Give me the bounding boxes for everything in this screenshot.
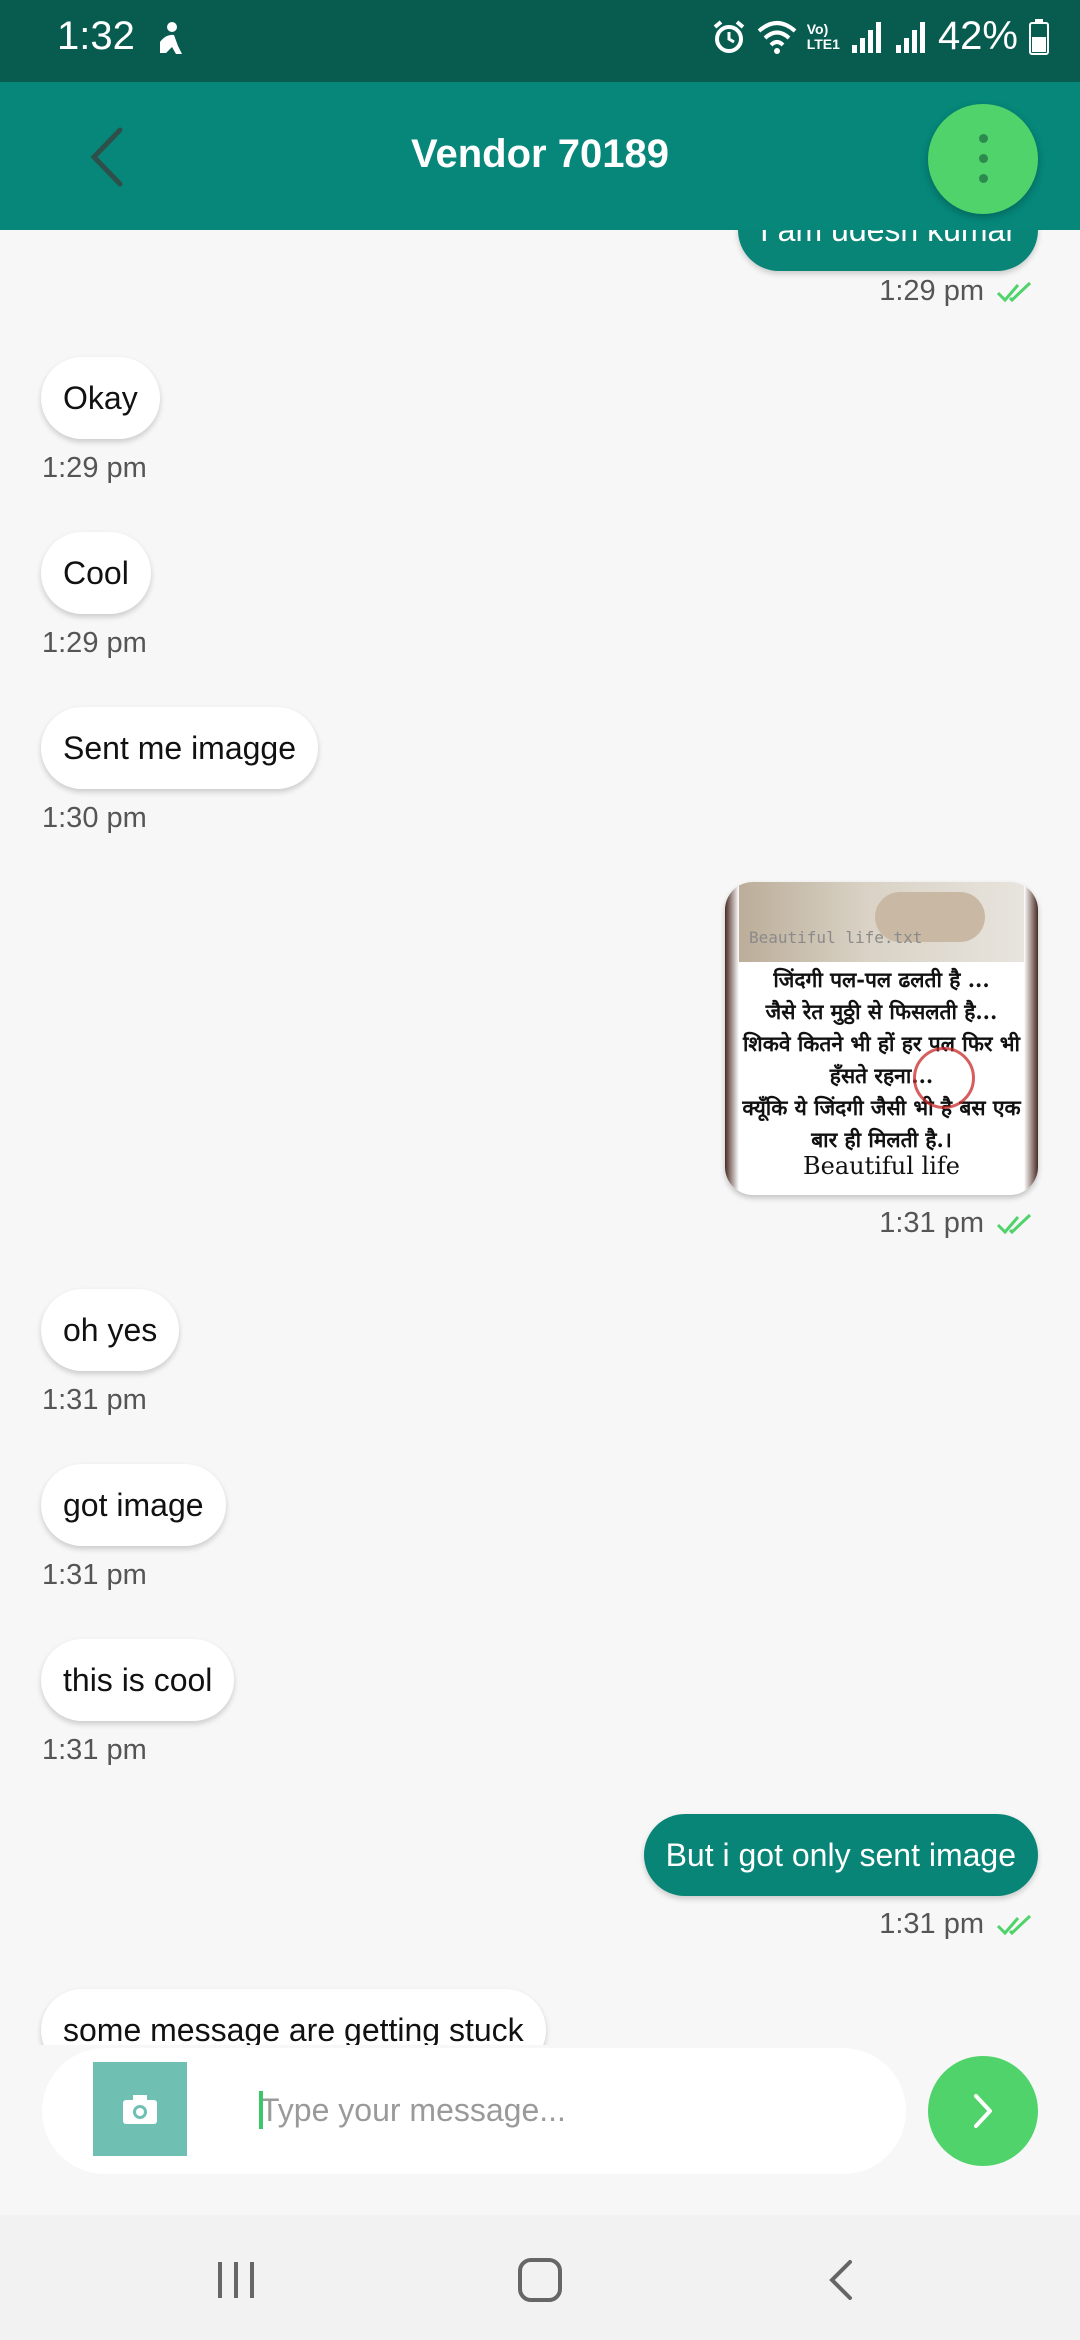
poem-line: जिंदगी पल-पल ढलती है ...	[773, 967, 990, 992]
message-timestamp: 1:31 pm	[879, 1908, 1034, 1941]
message-input[interactable]	[258, 2067, 862, 2153]
timestamp-text: 1:31 pm	[879, 1207, 984, 1239]
image-caption: Beautiful life	[802, 1152, 960, 1180]
camera-button[interactable]	[93, 2062, 187, 2156]
message-composer	[0, 2045, 1080, 2215]
poem-line: क्यूँकि ये जिंदगी जैसी भी है बस एक	[742, 1095, 1021, 1120]
message-bubble-incoming[interactable]: Cool	[41, 532, 151, 614]
image-poem-text: जिंदगी पल-पल ढलती है ... जैसे रेत मुठ्ठी…	[735, 964, 1028, 1156]
battery-percent: 42%	[937, 14, 1018, 58]
image-stamp	[913, 1047, 975, 1109]
message-bubble-incoming[interactable]: oh yes	[41, 1289, 180, 1371]
more-vertical-icon-dot	[979, 174, 988, 183]
accessibility-icon	[160, 22, 182, 54]
status-bar: 1:32 Vo) LTE1 42%	[0, 0, 1080, 82]
chevron-right-icon	[974, 2094, 992, 2128]
double-check-icon	[996, 1914, 1032, 1935]
double-check-icon	[996, 281, 1032, 302]
message-list[interactable]: I am udesh kumar 1:29 pm Okay 1:29 pm Co…	[0, 230, 1080, 2045]
send-button[interactable]	[928, 2056, 1038, 2166]
message-bubble-incoming[interactable]: Okay	[41, 357, 160, 439]
message-timestamp: 1:29 pm	[42, 452, 147, 484]
recent-apps-icon[interactable]	[206, 2250, 266, 2310]
timestamp-text: 1:31 pm	[879, 1908, 984, 1940]
message-timestamp: 1:31 pm	[42, 1734, 147, 1766]
chat-header: Vendor 70189	[0, 82, 1080, 230]
poem-line: शिकवे कितने भी हों हर पल फिर भी	[742, 1031, 1020, 1056]
message-timestamp: 1:31 pm	[42, 1559, 147, 1591]
battery-icon	[1029, 18, 1049, 55]
poem-line: हँसते रहना...	[829, 1063, 934, 1088]
message-bubble-incoming[interactable]: got image	[41, 1464, 226, 1546]
signal-icon	[851, 21, 881, 53]
message-timestamp: 1:30 pm	[42, 802, 147, 834]
more-vertical-icon-dot	[979, 154, 988, 163]
message-bubble-outgoing[interactable]: But i got only sent image	[643, 1814, 1038, 1896]
signal-icon	[895, 21, 925, 53]
message-bubble-outgoing[interactable]: I am udesh kumar	[737, 230, 1038, 271]
timestamp-text: 1:29 pm	[879, 275, 984, 307]
wifi-icon	[757, 20, 797, 54]
message-timestamp: 1:31 pm	[42, 1384, 147, 1416]
poem-line: जैसे रेत मुठ्ठी से फिसलती है...	[765, 999, 998, 1024]
message-timestamp: 1:31 pm	[879, 1207, 1034, 1240]
status-time: 1:32	[57, 14, 135, 58]
alarm-icon	[713, 19, 745, 53]
message-timestamp: 1:29 pm	[42, 627, 147, 659]
more-vertical-icon	[979, 134, 988, 143]
message-bubble-incoming[interactable]: Sent me imagge	[41, 707, 319, 789]
text-cursor	[259, 2091, 263, 2129]
back-nav-icon[interactable]	[812, 2250, 872, 2310]
home-icon[interactable]	[510, 2250, 570, 2310]
message-bubble-incoming[interactable]: some message are getting stuck	[41, 1989, 546, 2045]
more-menu-button[interactable]	[928, 104, 1038, 214]
system-navigation-bar	[0, 2215, 1080, 2340]
message-image-outgoing[interactable]: Beautiful life.txt जिंदगी पल-पल ढलती है …	[725, 882, 1038, 1195]
double-check-icon	[996, 1213, 1032, 1234]
network-type-label: Vo) LTE1	[806, 20, 840, 52]
image-watermark: Beautiful life.txt	[749, 928, 923, 947]
camera-icon	[123, 2095, 157, 2124]
message-bubble-incoming[interactable]: this is cool	[41, 1639, 235, 1721]
page-title: Vendor 70189	[411, 132, 669, 176]
message-timestamp: 1:29 pm	[879, 275, 1034, 308]
status-icons: Vo) LTE1 42%	[711, 14, 1050, 59]
